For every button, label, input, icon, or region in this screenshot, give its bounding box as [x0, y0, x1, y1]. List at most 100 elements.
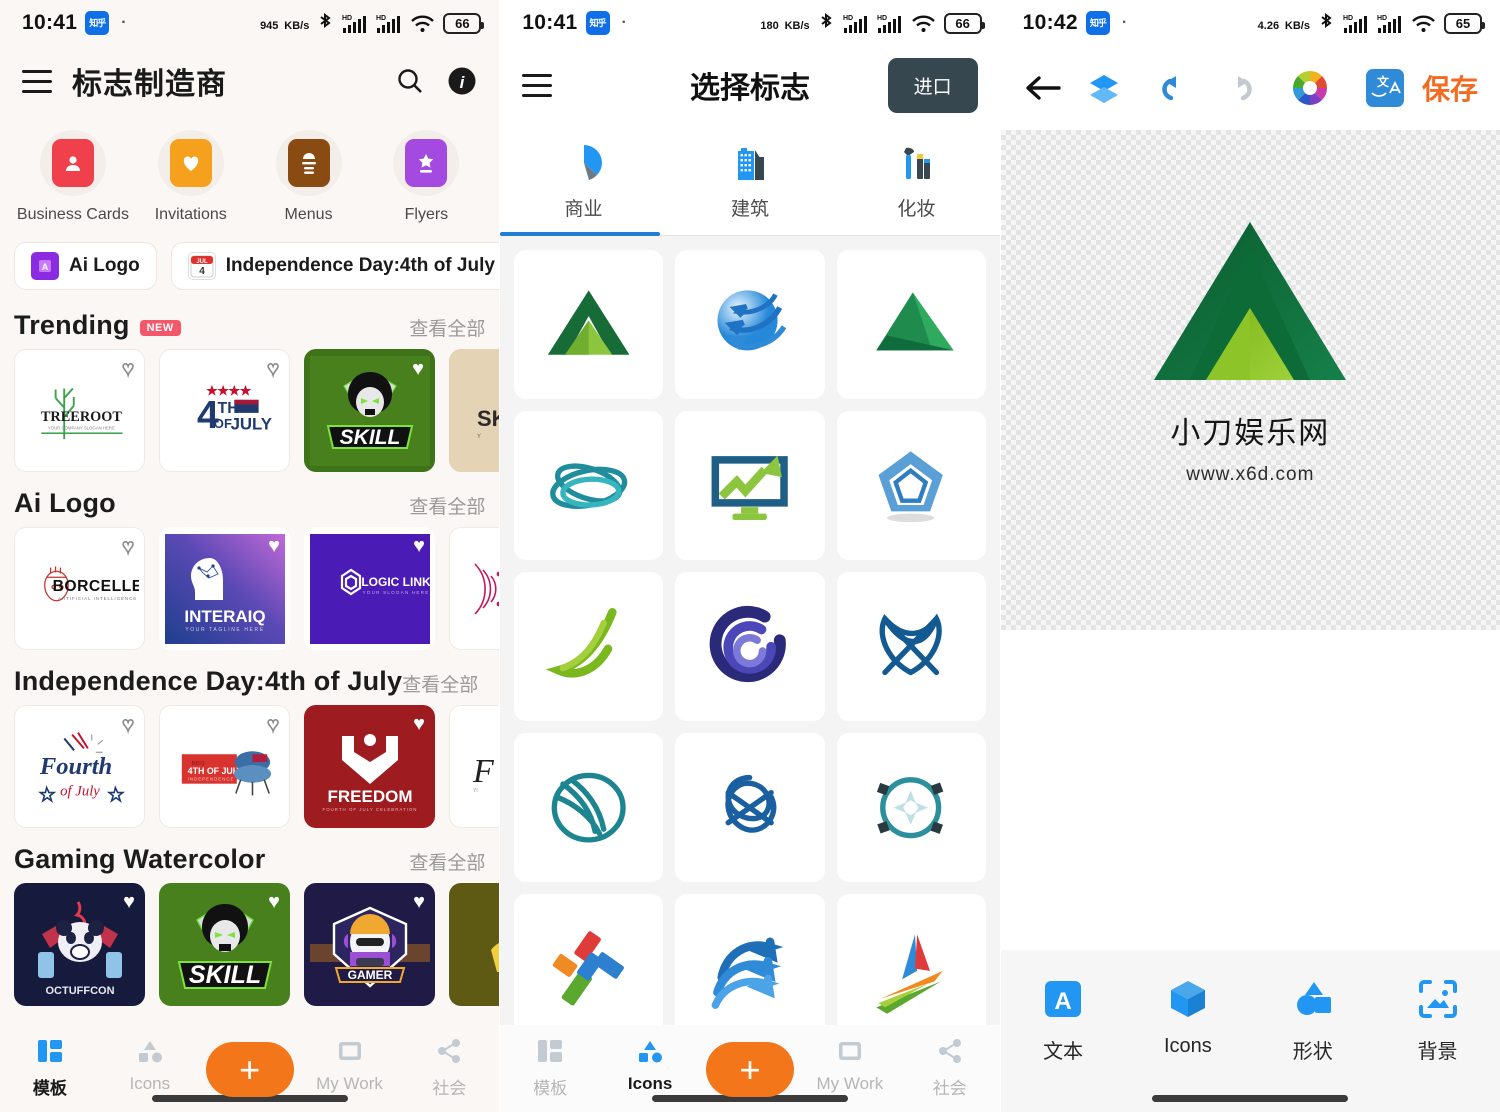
template-card[interactable]: ♥ GAMER — [304, 883, 435, 1006]
category-flyers[interactable]: Flyers — [367, 130, 485, 224]
chip-independence-day[interactable]: JUL 4 Independence Day:4th of July — [170, 242, 500, 290]
logo-cell-green-triangle[interactable] — [836, 250, 986, 400]
logo-cell-teal-ribbon-orbit[interactable] — [514, 411, 664, 561]
wifi-icon — [1412, 15, 1435, 32]
green-mountain-logo[interactable] — [1150, 212, 1350, 402]
tool-icons[interactable]: Icons — [1125, 976, 1250, 1064]
see-all-link[interactable]: 查看全部 — [409, 492, 485, 519]
logo-cell-growth-monitor[interactable] — [675, 411, 825, 561]
template-card[interactable]: ♥ SKILL — [159, 883, 290, 1006]
signal-icon-2: HD — [1377, 15, 1401, 33]
template-card[interactable] — [449, 883, 500, 1006]
nav-item-my-work[interactable]: My Work — [300, 1025, 400, 1094]
nav-item-social[interactable]: 社会 — [399, 1025, 499, 1099]
nav-item-templates[interactable]: 模板 — [0, 1025, 100, 1099]
info-icon[interactable]: i — [447, 66, 477, 96]
logo-cell-green-leaf-swoosh[interactable] — [514, 572, 664, 722]
card-row-gaming[interactable]: ♥ OCTUFFCON ♥ SKILL ♥ GAMER — [0, 883, 500, 1012]
template-card[interactable]: ♥ INTERAIQ YOUR TAGLINE HERE — [159, 527, 290, 650]
page-title: 标志制造商 — [72, 68, 227, 101]
hamburger-icon[interactable] — [22, 69, 52, 93]
logo-cell-blue-globe-arrows[interactable] — [675, 250, 825, 400]
redo-icon[interactable] — [1216, 71, 1256, 105]
template-card[interactable]: ♥ TREEROOT YOUR COMPANY SLOGAN HERE — [14, 349, 145, 472]
template-card[interactable]: ♥ LOGIC LINK YOUR SLOGAN HERE — [304, 527, 435, 650]
chip-ai-logo[interactable]: A Ai Logo — [14, 242, 157, 290]
nav-item-create[interactable]: + — [700, 1025, 800, 1097]
logo-title-text[interactable]: 小刀娱乐网 — [1170, 408, 1330, 452]
home-indicator — [1152, 1095, 1349, 1102]
save-button[interactable]: 保存 — [1422, 68, 1478, 108]
favorite-icon[interactable]: ♥ — [123, 891, 135, 914]
logo-cell-blue-loop-knot[interactable] — [675, 733, 825, 883]
see-all-link[interactable]: 查看全部 — [409, 848, 485, 875]
logo-cell-blue-pentagon[interactable] — [836, 411, 986, 561]
logo-cell-blue-atom-knot[interactable] — [836, 572, 986, 722]
tool-background[interactable]: 背景 — [1375, 976, 1500, 1064]
nav-item-icons[interactable]: Icons — [600, 1025, 700, 1094]
plus-fab-icon[interactable]: + — [205, 1042, 294, 1097]
logo-cell-teal-burst-ring[interactable] — [836, 733, 986, 883]
layers-icon[interactable] — [1085, 69, 1123, 107]
favorite-icon[interactable]: ♥ — [121, 357, 134, 381]
template-card[interactable]: ♥ BORCELLE ARTIFICIAL INTELLIGENCE — [14, 527, 145, 650]
category-menus[interactable]: Menus — [250, 130, 368, 224]
logo-cell-multicolor-swoosh[interactable] — [836, 894, 986, 1044]
logo-cell-teal-globe-lines[interactable] — [514, 733, 664, 883]
nav-item-create[interactable]: + — [200, 1025, 300, 1097]
favorite-icon[interactable]: ♥ — [413, 713, 425, 736]
template-card[interactable]: ♥ FREEDOM FOURTH OF JULY CELEBRATION — [304, 705, 435, 828]
favorite-icon[interactable]: ♥ — [413, 891, 425, 914]
template-card[interactable]: ♥ BBQ 4TH OF JULY INDEPENDENCE DAY — [159, 705, 290, 828]
tab-architecture[interactable]: 建筑 — [667, 124, 833, 235]
see-all-link[interactable]: 查看全部 — [409, 314, 485, 341]
back-arrow-icon[interactable] — [1023, 71, 1063, 105]
nav-item-icons[interactable]: Icons — [100, 1025, 200, 1094]
favorite-icon[interactable]: ♥ — [121, 713, 134, 737]
nav-item-my-work[interactable]: My Work — [800, 1025, 900, 1094]
favorite-icon[interactable]: ♥ — [266, 713, 279, 737]
design-canvas[interactable]: 小刀娱乐网 www.x6d.com — [1000, 130, 1500, 630]
nav-item-social[interactable]: 社会 — [900, 1025, 1000, 1099]
template-card[interactable]: SK Y — [449, 349, 500, 472]
nav-item-templates[interactable]: 模板 — [500, 1025, 600, 1099]
tab-makeup[interactable]: 化妆 — [833, 124, 999, 235]
signal-icon-1: HD — [843, 15, 867, 33]
logo-cell-colorful-cross-blocks[interactable] — [514, 894, 664, 1044]
logo-cell-navy-circle-spiral[interactable] — [675, 572, 825, 722]
logo-cell-blue-wave-arrows[interactable] — [675, 894, 825, 1044]
template-card[interactable]: ♥ 4 TH OF JULY — [159, 349, 290, 472]
undo-icon[interactable] — [1158, 71, 1198, 105]
hamburger-icon[interactable] — [522, 73, 553, 97]
category-label: Menus — [284, 206, 333, 223]
favorite-icon[interactable]: ♥ — [268, 891, 280, 914]
template-card[interactable]: ♥ Fourth of July — [14, 705, 145, 828]
category-invitations[interactable]: Invitations — [132, 130, 250, 224]
favorite-icon[interactable]: ♥ — [266, 357, 279, 381]
tool-text[interactable]: A 文本 — [1001, 976, 1126, 1064]
translate-icon[interactable]: 文 — [1364, 67, 1406, 109]
see-all-link[interactable]: 查看全部 — [402, 670, 478, 697]
card-row-independence[interactable]: ♥ Fourth of July ♥ BBQ 4TH OF JULY INDEP… — [0, 705, 500, 834]
favorite-icon[interactable]: ♥ — [121, 535, 134, 559]
template-card[interactable]: ♥ OCTUFFCON — [14, 883, 145, 1006]
category-business-cards[interactable]: Business Cards — [14, 130, 132, 224]
favorite-icon[interactable]: ♥ — [412, 358, 424, 381]
tab-business[interactable]: 商业 — [500, 124, 666, 235]
favorite-icon[interactable]: ♥ — [413, 535, 425, 558]
tool-shapes[interactable]: 形状 — [1250, 976, 1375, 1064]
heart-card-icon — [169, 139, 212, 187]
search-icon[interactable] — [395, 66, 425, 96]
logo-url-text[interactable]: www.x6d.com — [1186, 464, 1314, 486]
mywork-icon — [338, 1042, 361, 1060]
card-row-trending[interactable]: ♥ TREEROOT YOUR COMPANY SLOGAN HERE ♥ 4 … — [0, 349, 500, 478]
plus-fab-icon[interactable]: + — [705, 1042, 794, 1097]
favorite-icon[interactable]: ♥ — [268, 535, 280, 558]
import-button[interactable]: 进口 — [887, 57, 978, 113]
template-card[interactable]: ♥ SKILL — [304, 349, 435, 472]
template-card[interactable]: F YI — [449, 705, 500, 828]
card-row-ai-logo[interactable]: ♥ BORCELLE ARTIFICIAL INTELLIGENCE ♥ INT… — [0, 527, 500, 656]
template-card[interactable] — [449, 527, 500, 650]
color-wheel-icon[interactable] — [1291, 69, 1329, 107]
logo-cell-green-mountain[interactable] — [514, 250, 664, 400]
